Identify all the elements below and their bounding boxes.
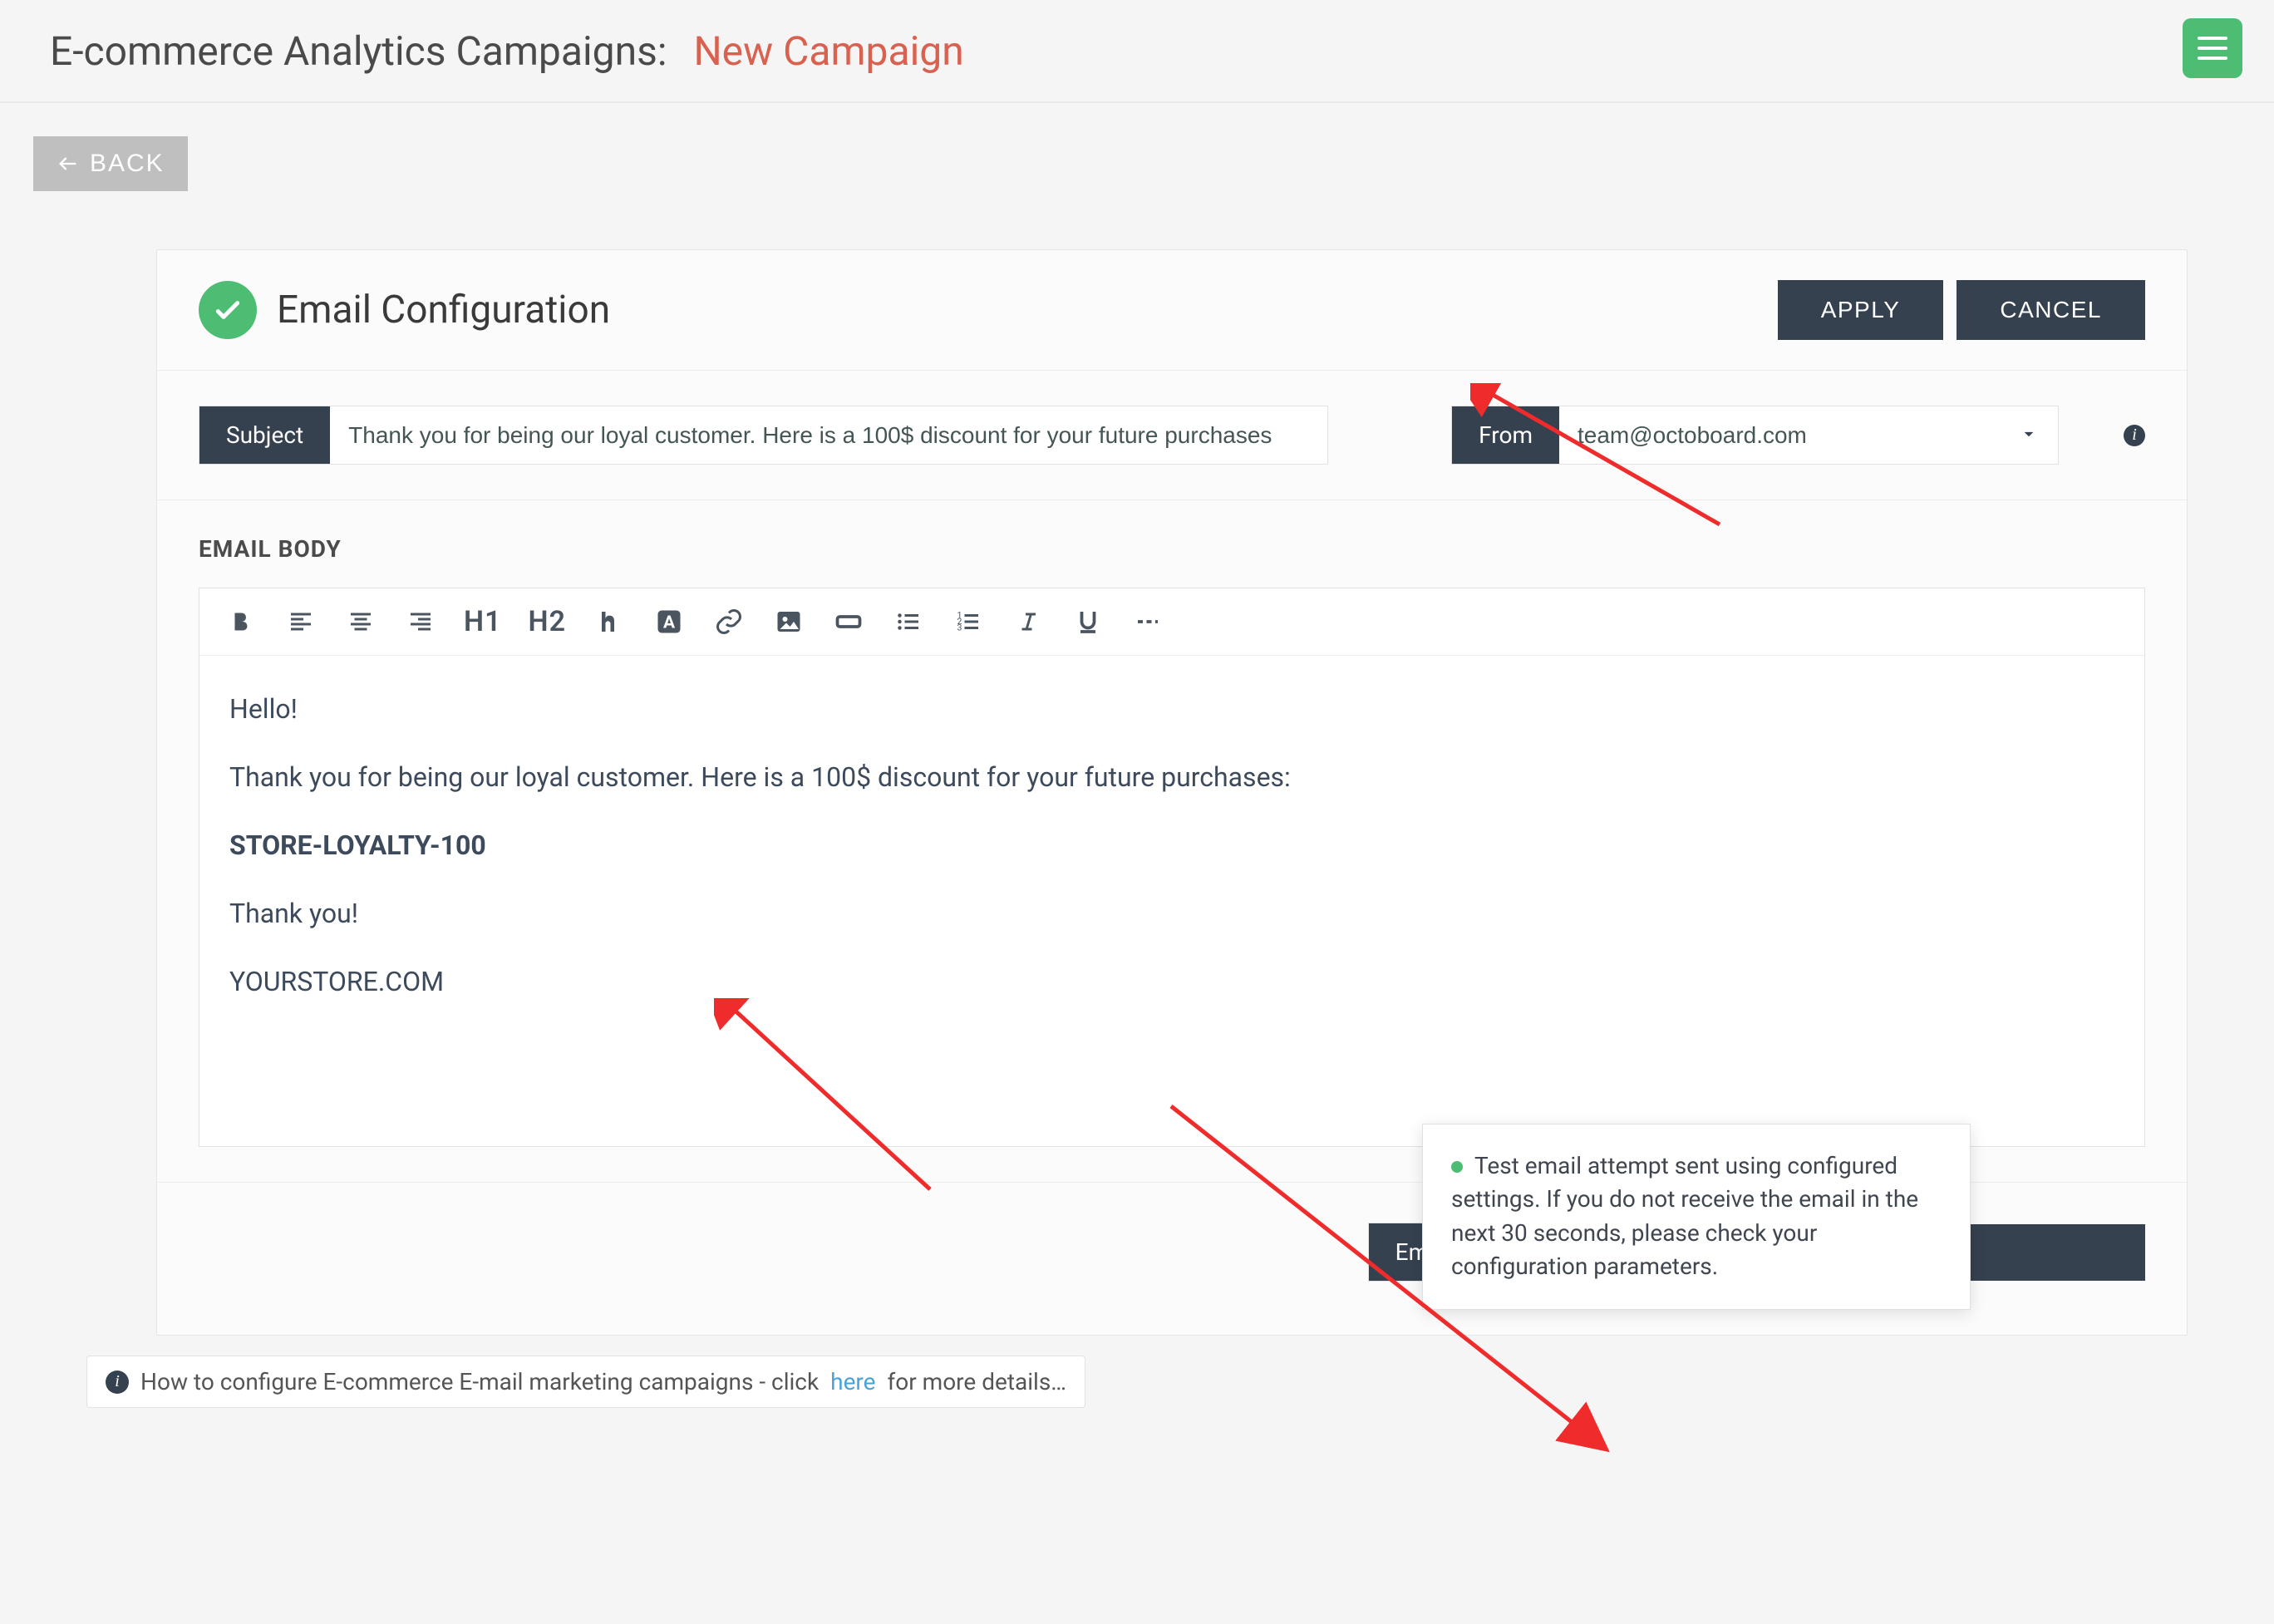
align-left-button[interactable] bbox=[284, 605, 317, 638]
status-dot-icon bbox=[1451, 1161, 1463, 1173]
h-script-button[interactable] bbox=[593, 605, 626, 638]
from-field-group: From bbox=[1451, 406, 2059, 465]
apply-button[interactable]: APPLY bbox=[1778, 280, 1944, 340]
from-label: From bbox=[1452, 406, 1559, 464]
divider-button[interactable] bbox=[1131, 605, 1164, 638]
align-center-button[interactable] bbox=[344, 605, 377, 638]
link-button[interactable] bbox=[712, 605, 746, 638]
page-title: E-commerce Analytics Campaigns: New Camp… bbox=[50, 27, 964, 75]
body-line: YOURSTORE.COM bbox=[229, 962, 2114, 1001]
toast-message: Test email attempt sent using configured… bbox=[1451, 1152, 1918, 1281]
subject-label: Subject bbox=[199, 406, 330, 464]
cancel-button[interactable]: CANCEL bbox=[1957, 280, 2145, 340]
body-line: Hello! bbox=[229, 689, 2114, 729]
body-line: Thank you for being our loyal customer. … bbox=[229, 757, 2114, 797]
bullet-list-button[interactable] bbox=[892, 605, 925, 638]
italic-button[interactable] bbox=[1011, 605, 1045, 638]
help-prefix: How to configure E-commerce E-mail marke… bbox=[140, 1368, 819, 1395]
from-input[interactable] bbox=[1559, 407, 2000, 464]
panel-header: Email Configuration APPLY CANCEL bbox=[157, 250, 2187, 371]
body-line: STORE-LOYALTY-100 bbox=[229, 825, 2114, 865]
image-button[interactable] bbox=[772, 605, 805, 638]
toast-notification: Test email attempt sent using configured… bbox=[1422, 1124, 1971, 1310]
page-header: E-commerce Analytics Campaigns: New Camp… bbox=[0, 0, 2274, 103]
from-info-icon[interactable]: i bbox=[2124, 425, 2145, 446]
h1-button[interactable]: H1 bbox=[464, 605, 502, 638]
back-button[interactable]: BACK bbox=[33, 136, 188, 191]
info-icon: i bbox=[106, 1371, 129, 1394]
check-icon bbox=[211, 293, 244, 327]
h2-button[interactable]: H2 bbox=[529, 605, 567, 638]
main-content: BACK Email Configuration APPLY CANCEL Su… bbox=[0, 103, 2274, 1441]
align-right-button[interactable] bbox=[404, 605, 437, 638]
button-button[interactable] bbox=[832, 605, 865, 638]
help-link[interactable]: here bbox=[830, 1368, 875, 1395]
arrow-left-icon bbox=[57, 152, 80, 175]
subject-from-row: Subject From i bbox=[157, 371, 2187, 500]
back-label: BACK bbox=[90, 150, 165, 178]
from-dropdown-caret[interactable] bbox=[2000, 423, 2058, 448]
hamburger-line bbox=[2198, 57, 2227, 60]
hamburger-line bbox=[2198, 37, 2227, 40]
body-line: Thank you! bbox=[229, 893, 2114, 933]
menu-button[interactable] bbox=[2183, 18, 2242, 78]
subject-field-group: Subject bbox=[199, 406, 1328, 465]
help-suffix: for more details… bbox=[888, 1368, 1067, 1395]
panel-title: Email Configuration bbox=[277, 288, 1765, 332]
email-config-panel: Email Configuration APPLY CANCEL Subject… bbox=[156, 249, 2188, 1336]
text-color-button[interactable]: A bbox=[652, 605, 686, 638]
page-subtitle: New Campaign bbox=[693, 27, 963, 75]
test-email-row: Email Test email attempt sent using conf… bbox=[157, 1183, 2187, 1335]
help-bar: i How to configure E-commerce E-mail mar… bbox=[86, 1356, 1085, 1408]
email-body-label: EMAIL BODY bbox=[199, 535, 2145, 563]
status-check-icon bbox=[199, 281, 257, 339]
rich-text-editor: H1 H2 A 123 Hello! Thank you for being o… bbox=[199, 588, 2145, 1147]
svg-text:3: 3 bbox=[957, 623, 962, 633]
page-title-text: E-commerce Analytics Campaigns: bbox=[50, 27, 667, 75]
bold-button[interactable] bbox=[224, 605, 258, 638]
editor-toolbar: H1 H2 A 123 bbox=[199, 588, 2144, 656]
numbered-list-button[interactable]: 123 bbox=[952, 605, 985, 638]
subject-input[interactable] bbox=[330, 407, 1327, 464]
chevron-down-icon bbox=[2018, 423, 2040, 445]
editor-content[interactable]: Hello! Thank you for being our loyal cus… bbox=[199, 656, 2144, 1146]
email-body-section: EMAIL BODY H1 H2 A 123 bbox=[157, 500, 2187, 1183]
hamburger-line bbox=[2198, 47, 2227, 50]
underline-button[interactable] bbox=[1071, 605, 1105, 638]
svg-text:A: A bbox=[663, 613, 676, 633]
